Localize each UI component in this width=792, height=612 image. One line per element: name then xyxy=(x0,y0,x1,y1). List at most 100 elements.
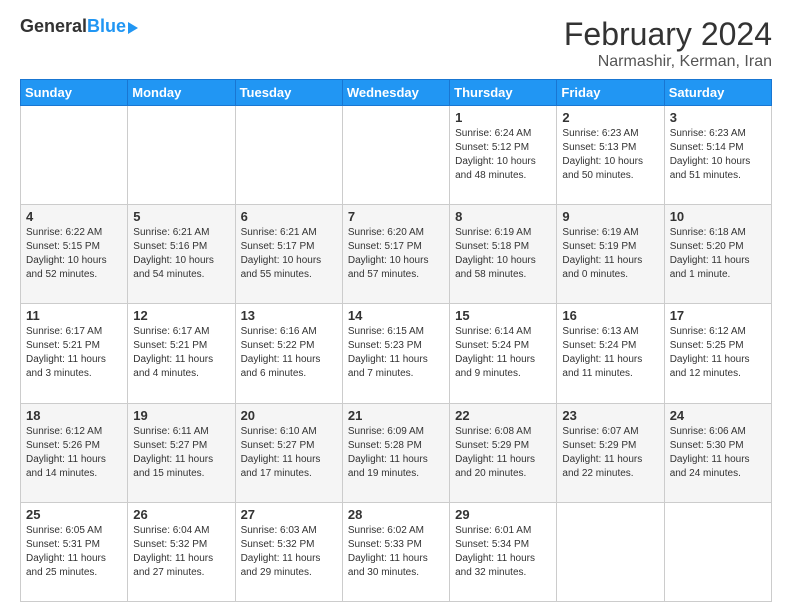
day-info: Sunrise: 6:10 AM Sunset: 5:27 PM Dayligh… xyxy=(241,425,337,481)
calendar-cell: 20 Sunrise: 6:10 AM Sunset: 5:27 PM Dayli… xyxy=(235,403,342,502)
calendar-cell: 17 Sunrise: 6:12 AM Sunset: 5:25 PM Dayli… xyxy=(664,304,771,403)
day-number: 8 xyxy=(455,209,551,224)
logo-general-text: General xyxy=(20,16,87,37)
calendar-cell: 10Sunrise: 6:18 AM Sunset: 5:20 PM Dayli… xyxy=(664,205,771,304)
day-number: 7 xyxy=(348,209,444,224)
calendar-week-row: 1 Sunrise: 6:24 AM Sunset: 5:12 PM Daylig… xyxy=(21,106,772,205)
day-info: Sunrise: 6:13 AM Sunset: 5:24 PM Dayligh… xyxy=(562,325,658,381)
header: General Blue February 2024 Narmashir, Ke… xyxy=(20,16,772,71)
calendar-cell: 16 Sunrise: 6:13 AM Sunset: 5:24 PM Dayli… xyxy=(557,304,664,403)
day-number: 17 xyxy=(670,308,766,323)
calendar-week-row: 4 Sunrise: 6:22 AM Sunset: 5:15 PM Daylig… xyxy=(21,205,772,304)
day-number: 10 xyxy=(670,209,766,224)
day-number: 25 xyxy=(26,507,122,522)
day-number: 6 xyxy=(241,209,337,224)
calendar-cell xyxy=(342,106,449,205)
day-info: Sunrise: 6:03 AM Sunset: 5:32 PM Dayligh… xyxy=(241,524,337,580)
calendar-cell: 5 Sunrise: 6:21 AM Sunset: 5:16 PM Daylig… xyxy=(128,205,235,304)
day-number: 2 xyxy=(562,110,658,125)
day-header-saturday: Saturday xyxy=(664,80,771,106)
day-header-wednesday: Wednesday xyxy=(342,80,449,106)
day-number: 14 xyxy=(348,308,444,323)
calendar-cell: 19 Sunrise: 6:11 AM Sunset: 5:27 PM Dayli… xyxy=(128,403,235,502)
day-info: Sunrise: 6:12 AM Sunset: 5:25 PM Dayligh… xyxy=(670,325,766,381)
day-info: Sunrise: 6:02 AM Sunset: 5:33 PM Dayligh… xyxy=(348,524,444,580)
calendar-week-row: 25 Sunrise: 6:05 AM Sunset: 5:31 PM Dayli… xyxy=(21,502,772,601)
day-info: Sunrise: 6:09 AM Sunset: 5:28 PM Dayligh… xyxy=(348,425,444,481)
calendar-cell: 22Sunrise: 6:08 AM Sunset: 5:29 PM Dayli… xyxy=(450,403,557,502)
calendar-cell: 18 Sunrise: 6:12 AM Sunset: 5:26 PM Dayli… xyxy=(21,403,128,502)
day-info: Sunrise: 6:22 AM Sunset: 5:15 PM Dayligh… xyxy=(26,226,122,282)
day-number: 13 xyxy=(241,308,337,323)
day-number: 28 xyxy=(348,507,444,522)
day-info: Sunrise: 6:17 AM Sunset: 5:21 PM Dayligh… xyxy=(26,325,122,381)
day-info: Sunrise: 6:01 AM Sunset: 5:34 PM Dayligh… xyxy=(455,524,551,580)
day-number: 11 xyxy=(26,308,122,323)
day-info: Sunrise: 6:06 AM Sunset: 5:30 PM Dayligh… xyxy=(670,425,766,481)
day-number: 20 xyxy=(241,408,337,423)
calendar-week-row: 11 Sunrise: 6:17 AM Sunset: 5:21 PM Dayli… xyxy=(21,304,772,403)
day-info: Sunrise: 6:21 AM Sunset: 5:17 PM Dayligh… xyxy=(241,226,337,282)
calendar-subtitle: Narmashir, Kerman, Iran xyxy=(564,53,772,71)
calendar-cell: 23Sunrise: 6:07 AM Sunset: 5:29 PM Dayli… xyxy=(557,403,664,502)
calendar-cell: 29 Sunrise: 6:01 AM Sunset: 5:34 PM Dayli… xyxy=(450,502,557,601)
day-number: 23 xyxy=(562,408,658,423)
calendar-cell xyxy=(21,106,128,205)
calendar-cell xyxy=(128,106,235,205)
day-info: Sunrise: 6:20 AM Sunset: 5:17 PM Dayligh… xyxy=(348,226,444,282)
day-number: 16 xyxy=(562,308,658,323)
day-info: Sunrise: 6:23 AM Sunset: 5:14 PM Dayligh… xyxy=(670,127,766,183)
day-number: 1 xyxy=(455,110,551,125)
logo-arrow-icon xyxy=(128,22,138,34)
calendar-cell: 2 Sunrise: 6:23 AM Sunset: 5:13 PM Daylig… xyxy=(557,106,664,205)
day-number: 12 xyxy=(133,308,229,323)
calendar-cell: 7 Sunrise: 6:20 AM Sunset: 5:17 PM Daylig… xyxy=(342,205,449,304)
day-number: 24 xyxy=(670,408,766,423)
day-header-tuesday: Tuesday xyxy=(235,80,342,106)
day-number: 3 xyxy=(670,110,766,125)
day-info: Sunrise: 6:19 AM Sunset: 5:18 PM Dayligh… xyxy=(455,226,551,282)
day-header-friday: Friday xyxy=(557,80,664,106)
day-number: 18 xyxy=(26,408,122,423)
calendar-cell: 12Sunrise: 6:17 AM Sunset: 5:21 PM Dayli… xyxy=(128,304,235,403)
day-info: Sunrise: 6:15 AM Sunset: 5:23 PM Dayligh… xyxy=(348,325,444,381)
calendar-cell: 25 Sunrise: 6:05 AM Sunset: 5:31 PM Dayli… xyxy=(21,502,128,601)
day-info: Sunrise: 6:21 AM Sunset: 5:16 PM Dayligh… xyxy=(133,226,229,282)
day-info: Sunrise: 6:24 AM Sunset: 5:12 PM Dayligh… xyxy=(455,127,551,183)
calendar-header-row: SundayMondayTuesdayWednesdayThursdayFrid… xyxy=(21,80,772,106)
day-info: Sunrise: 6:08 AM Sunset: 5:29 PM Dayligh… xyxy=(455,425,551,481)
calendar-cell: 24 Sunrise: 6:06 AM Sunset: 5:30 PM Dayli… xyxy=(664,403,771,502)
day-number: 9 xyxy=(562,209,658,224)
day-info: Sunrise: 6:05 AM Sunset: 5:31 PM Dayligh… xyxy=(26,524,122,580)
calendar-cell: 15Sunrise: 6:14 AM Sunset: 5:24 PM Dayli… xyxy=(450,304,557,403)
calendar-cell: 28 Sunrise: 6:02 AM Sunset: 5:33 PM Dayli… xyxy=(342,502,449,601)
page: General Blue February 2024 Narmashir, Ke… xyxy=(0,0,792,612)
day-info: Sunrise: 6:04 AM Sunset: 5:32 PM Dayligh… xyxy=(133,524,229,580)
day-header-sunday: Sunday xyxy=(21,80,128,106)
calendar-cell: 3 Sunrise: 6:23 AM Sunset: 5:14 PM Daylig… xyxy=(664,106,771,205)
day-info: Sunrise: 6:11 AM Sunset: 5:27 PM Dayligh… xyxy=(133,425,229,481)
day-number: 29 xyxy=(455,507,551,522)
day-info: Sunrise: 6:12 AM Sunset: 5:26 PM Dayligh… xyxy=(26,425,122,481)
day-header-thursday: Thursday xyxy=(450,80,557,106)
logo-blue-text: Blue xyxy=(87,16,126,37)
day-number: 4 xyxy=(26,209,122,224)
day-number: 26 xyxy=(133,507,229,522)
day-info: Sunrise: 6:23 AM Sunset: 5:13 PM Dayligh… xyxy=(562,127,658,183)
calendar-cell xyxy=(235,106,342,205)
calendar-week-row: 18 Sunrise: 6:12 AM Sunset: 5:26 PM Dayli… xyxy=(21,403,772,502)
calendar-cell: 9Sunrise: 6:19 AM Sunset: 5:19 PM Daylig… xyxy=(557,205,664,304)
calendar-cell: 4 Sunrise: 6:22 AM Sunset: 5:15 PM Daylig… xyxy=(21,205,128,304)
calendar-cell: 27Sunrise: 6:03 AM Sunset: 5:32 PM Dayli… xyxy=(235,502,342,601)
calendar-table: SundayMondayTuesdayWednesdayThursdayFrid… xyxy=(20,79,772,602)
day-header-monday: Monday xyxy=(128,80,235,106)
logo: General Blue xyxy=(20,16,138,37)
day-info: Sunrise: 6:14 AM Sunset: 5:24 PM Dayligh… xyxy=(455,325,551,381)
day-number: 19 xyxy=(133,408,229,423)
calendar-cell: 21Sunrise: 6:09 AM Sunset: 5:28 PM Dayli… xyxy=(342,403,449,502)
calendar-title: February 2024 xyxy=(564,16,772,53)
calendar-cell: 14 Sunrise: 6:15 AM Sunset: 5:23 PM Dayli… xyxy=(342,304,449,403)
calendar-cell: 6 Sunrise: 6:21 AM Sunset: 5:17 PM Daylig… xyxy=(235,205,342,304)
title-block: February 2024 Narmashir, Kerman, Iran xyxy=(564,16,772,71)
day-number: 5 xyxy=(133,209,229,224)
